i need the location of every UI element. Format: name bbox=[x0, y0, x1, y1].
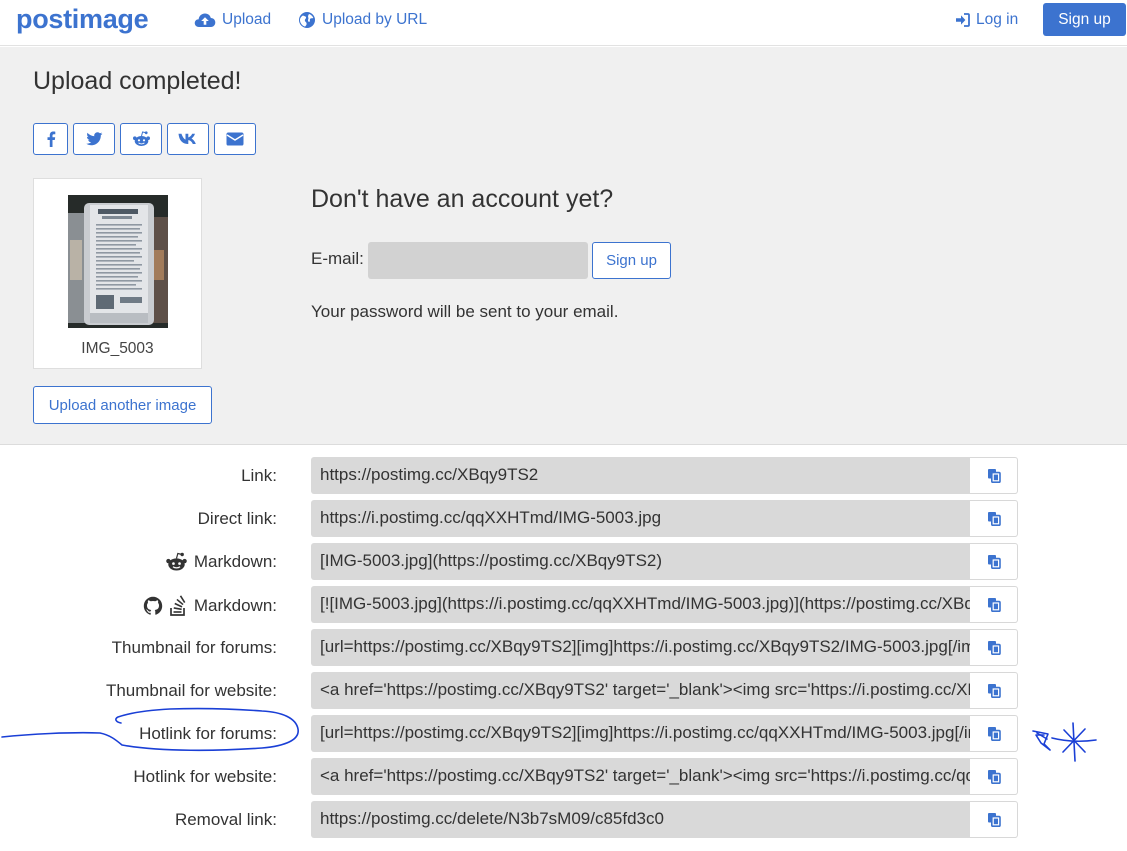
can-photo bbox=[68, 195, 168, 328]
thumbnail-forums-label: Thumbnail for forums: bbox=[112, 638, 277, 658]
direct-link-label-text: Direct link: bbox=[197, 509, 277, 528]
removal-link-label-text: Removal link: bbox=[174, 810, 277, 829]
upload-result-panel: Upload completed! IMG_5003 Upload anothe… bbox=[0, 47, 1127, 445]
reddit-icon bbox=[166, 552, 187, 571]
postimage-logo[interactable]: postimage bbox=[16, 4, 149, 35]
markdown-github-label-text: Markdown: bbox=[193, 596, 277, 615]
uploaded-image-thumbnail[interactable] bbox=[68, 195, 168, 328]
link-label-text: Link: bbox=[241, 466, 277, 485]
reddit-icon bbox=[132, 131, 150, 146]
markdown-reddit-label-text: Markdown: bbox=[193, 552, 277, 571]
account-heading: Don't have an account yet? bbox=[311, 185, 614, 213]
copy-thumbnail-forums-button[interactable] bbox=[970, 629, 1018, 666]
hotlink-forums-label-text: Hotlink for forums: bbox=[139, 724, 277, 743]
password-note: Your password will be sent to your email… bbox=[311, 302, 619, 321]
copy-link-button[interactable] bbox=[970, 457, 1018, 494]
login-link-label: Log in bbox=[976, 11, 1019, 28]
copy-thumbnail-website-button[interactable] bbox=[970, 672, 1018, 709]
hotlink-website-label: Hotlink for website: bbox=[133, 767, 277, 787]
markdown-reddit-field[interactable]: [IMG-5003.jpg](https://postimg.cc/XBqy9T… bbox=[311, 543, 970, 580]
markdown-reddit-label: Markdown: bbox=[165, 552, 277, 572]
hotlink-website-field[interactable]: <a href='https://postimg.cc/XBqy9TS2' ta… bbox=[311, 758, 970, 795]
share-twitter-button[interactable] bbox=[73, 123, 115, 155]
email-signup-button[interactable]: Sign up bbox=[592, 242, 671, 279]
share-email-button[interactable] bbox=[214, 123, 256, 155]
cloud-upload-icon bbox=[194, 13, 216, 27]
markdown-github-label: Markdown: bbox=[143, 595, 277, 617]
stackoverflow-icon bbox=[170, 595, 186, 616]
hotlink-website-label-text: Hotlink for website: bbox=[133, 767, 277, 786]
copy-hotlink-website-button[interactable] bbox=[970, 758, 1018, 795]
sign-in-icon bbox=[956, 13, 970, 27]
signup-button[interactable]: Sign up bbox=[1043, 3, 1126, 36]
copy-icon bbox=[987, 727, 1001, 741]
copy-removal-link-button[interactable] bbox=[970, 801, 1018, 838]
copy-direct-link-button[interactable] bbox=[970, 500, 1018, 537]
thumbnail-website-label-text: Thumbnail for website: bbox=[105, 681, 277, 700]
markdown-github-field[interactable]: [![IMG-5003.jpg](https://i.postimg.cc/qq… bbox=[311, 586, 970, 623]
upload-link-label: Upload bbox=[222, 11, 272, 28]
thumbnail-card[interactable]: IMG_5003 bbox=[33, 178, 202, 369]
upload-another-button[interactable]: Upload another image bbox=[33, 386, 212, 424]
share-facebook-button[interactable] bbox=[33, 123, 68, 155]
facebook-icon bbox=[47, 131, 55, 147]
hotlink-forums-field[interactable]: [url=https://postimg.cc/XBqy9TS2][img]ht… bbox=[311, 715, 970, 752]
removal-link-label: Removal link: bbox=[175, 810, 277, 830]
copy-icon bbox=[987, 555, 1001, 569]
email-label: E-mail: bbox=[311, 249, 364, 268]
email-field[interactable] bbox=[368, 242, 588, 279]
copy-icon bbox=[987, 813, 1001, 827]
upload-by-url-link[interactable]: Upload by URL bbox=[298, 11, 427, 29]
upload-by-url-label: Upload by URL bbox=[322, 11, 428, 28]
thumbnail-website-label: Thumbnail for website: bbox=[106, 681, 277, 701]
top-navbar: postimage Upload Upload by URL Log in Si… bbox=[0, 0, 1127, 46]
thumbnail-filename: IMG_5003 bbox=[81, 340, 154, 357]
thumbnail-forums-field[interactable]: [url=https://postimg.cc/XBqy9TS2][img]ht… bbox=[311, 629, 970, 666]
copy-icon bbox=[987, 598, 1001, 612]
copy-icon bbox=[987, 641, 1001, 655]
copy-markdown-reddit-button[interactable] bbox=[970, 543, 1018, 580]
copy-icon bbox=[987, 469, 1001, 483]
copy-icon bbox=[987, 512, 1001, 526]
globe-icon bbox=[299, 12, 315, 28]
link-field[interactable]: https://postimg.cc/XBqy9TS2 bbox=[311, 457, 970, 494]
upload-link[interactable]: Upload bbox=[194, 11, 271, 29]
direct-link-label: Direct link: bbox=[198, 509, 277, 529]
thumbnail-website-field[interactable]: <a href='https://postimg.cc/XBqy9TS2' ta… bbox=[311, 672, 970, 709]
removal-link-field[interactable]: https://postimg.cc/delete/N3b7sM09/c85fd… bbox=[311, 801, 970, 838]
login-link[interactable]: Log in bbox=[955, 11, 1018, 29]
github-icon bbox=[143, 596, 163, 615]
copy-icon bbox=[987, 770, 1001, 784]
share-reddit-button[interactable] bbox=[120, 123, 162, 155]
vk-icon bbox=[178, 133, 196, 144]
thumbnail-forums-label-text: Thumbnail for forums: bbox=[111, 638, 277, 657]
copy-hotlink-forums-button[interactable] bbox=[970, 715, 1018, 752]
share-buttons bbox=[33, 123, 256, 155]
page-title: Upload completed! bbox=[33, 67, 242, 95]
direct-link-field[interactable]: https://i.postimg.cc/qqXXHTmd/IMG-5003.j… bbox=[311, 500, 970, 537]
twitter-icon bbox=[85, 132, 102, 146]
hotlink-forums-label: Hotlink for forums: bbox=[139, 724, 277, 744]
copy-icon bbox=[987, 684, 1001, 698]
link-label: Link: bbox=[241, 466, 277, 486]
share-vk-button[interactable] bbox=[167, 123, 209, 155]
envelope-icon bbox=[226, 132, 244, 146]
copy-markdown-github-button[interactable] bbox=[970, 586, 1018, 623]
